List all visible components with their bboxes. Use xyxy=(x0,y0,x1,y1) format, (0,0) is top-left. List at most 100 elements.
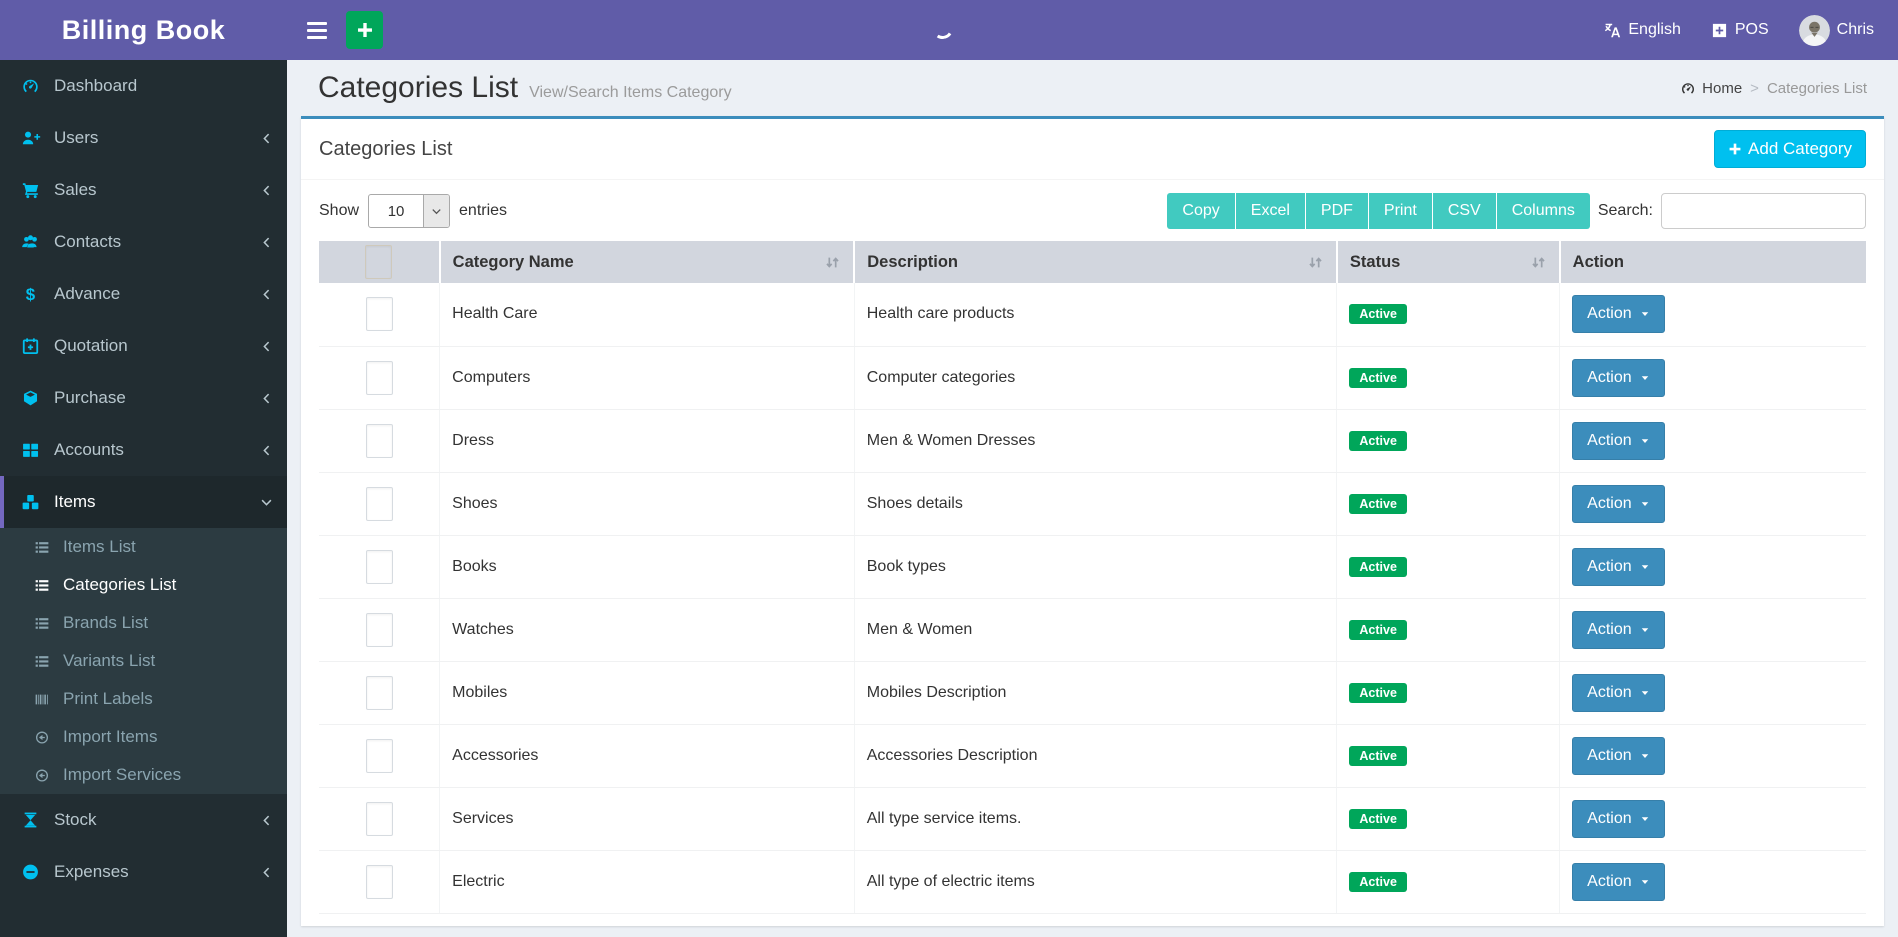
sidebar-item-quotation[interactable]: Quotation xyxy=(0,320,287,372)
table-toolbar: Show 10 entries CopyExcelPDFPrintCSVColu… xyxy=(301,180,1884,241)
row-checkbox-cell xyxy=(319,346,440,409)
sidebar-item-label: Quotation xyxy=(54,336,247,356)
action-dropdown-button[interactable]: Action xyxy=(1572,485,1664,523)
language-menu[interactable]: English xyxy=(1604,21,1680,39)
export-print-button[interactable]: Print xyxy=(1369,193,1433,229)
action-dropdown-button[interactable]: Action xyxy=(1572,359,1664,397)
export-copy-button[interactable]: Copy xyxy=(1167,193,1235,229)
sidebar-item-dashboard[interactable]: Dashboard xyxy=(0,60,287,112)
status-cell: Active xyxy=(1337,661,1560,724)
sidebar-subitem-brands-list[interactable]: Brands List xyxy=(0,604,287,642)
select-all-checkbox[interactable] xyxy=(365,245,392,279)
action-dropdown-button[interactable]: Action xyxy=(1572,611,1664,649)
user-menu[interactable]: Chris xyxy=(1799,15,1874,46)
action-dropdown-button[interactable]: Action xyxy=(1572,422,1664,460)
sidebar-toggle-button[interactable] xyxy=(303,16,331,45)
description-cell: Mobiles Description xyxy=(854,661,1337,724)
sidebar-item-advance[interactable]: $Advance xyxy=(0,268,287,320)
add-category-button[interactable]: Add Category xyxy=(1714,130,1866,168)
category-name-cell: Books xyxy=(440,535,855,598)
status-badge: Active xyxy=(1349,872,1407,892)
page-size-select[interactable]: 10 xyxy=(368,194,450,228)
sidebar-subitem-variants-list[interactable]: Variants List xyxy=(0,642,287,680)
column-header-label: Category Name xyxy=(453,253,574,272)
action-cell: Action xyxy=(1560,472,1866,535)
category-name-cell: Computers xyxy=(440,346,855,409)
row-checkbox-cell xyxy=(319,535,440,598)
row-checkbox-cell xyxy=(319,283,440,346)
row-checkbox[interactable] xyxy=(366,802,393,836)
action-dropdown-button[interactable]: Action xyxy=(1572,800,1664,838)
action-dropdown-button[interactable]: Action xyxy=(1572,295,1664,333)
table-row: ElectricAll type of electric itemsActive… xyxy=(319,850,1866,913)
table-row: DressMen & Women DressesActiveAction xyxy=(319,409,1866,472)
sidebar-subitem-print-labels[interactable]: Print Labels xyxy=(0,680,287,718)
breadcrumb-separator: > xyxy=(1750,80,1759,97)
action-dropdown-button[interactable]: Action xyxy=(1572,674,1664,712)
sidebar-item-users[interactable]: Users xyxy=(0,112,287,164)
brand-logo[interactable]: Billing Book xyxy=(0,0,287,60)
row-checkbox[interactable] xyxy=(366,550,393,584)
export-csv-button[interactable]: CSV xyxy=(1433,193,1497,229)
action-dropdown-button[interactable]: Action xyxy=(1572,737,1664,775)
row-checkbox[interactable] xyxy=(366,487,393,521)
sidebar-subitem-categories-list[interactable]: Categories List xyxy=(0,566,287,604)
sidebar-item-purchase[interactable]: Purchase xyxy=(0,372,287,424)
row-checkbox[interactable] xyxy=(366,424,393,458)
sidebar-subitem-import-items[interactable]: Import Items xyxy=(0,718,287,756)
column-header-status[interactable]: Status xyxy=(1337,241,1560,283)
row-checkbox[interactable] xyxy=(366,361,393,395)
sidebar-item-contacts[interactable]: Contacts xyxy=(0,216,287,268)
row-checkbox[interactable] xyxy=(366,613,393,647)
sidebar-subitem-label: Categories List xyxy=(63,575,176,595)
sidebar-item-items[interactable]: Items xyxy=(0,476,287,528)
sidebar-item-label: Accounts xyxy=(54,440,247,460)
action-dropdown-button[interactable]: Action xyxy=(1572,863,1664,901)
pos-button[interactable]: POS xyxy=(1711,21,1769,39)
pos-label: POS xyxy=(1735,21,1769,39)
column-header-select[interactable] xyxy=(319,241,440,283)
search-input[interactable] xyxy=(1661,193,1866,229)
action-button-label: Action xyxy=(1587,684,1631,702)
sidebar-item-sales[interactable]: Sales xyxy=(0,164,287,216)
sidebar-subitem-import-services[interactable]: Import Services xyxy=(0,756,287,794)
row-checkbox[interactable] xyxy=(366,297,393,331)
chevron-left-icon xyxy=(260,814,273,827)
sidebar-subitem-items-list[interactable]: Items List xyxy=(0,528,287,566)
chevron-left-icon xyxy=(260,236,273,249)
description-cell: Book types xyxy=(854,535,1337,598)
sidebar-subitem-label: Variants List xyxy=(63,651,155,671)
dollar-icon: $ xyxy=(20,285,41,303)
export-excel-button[interactable]: Excel xyxy=(1236,193,1306,229)
category-name-cell: Shoes xyxy=(440,472,855,535)
cart-icon xyxy=(20,181,41,199)
sidebar-item-stock[interactable]: Stock xyxy=(0,794,287,846)
export-pdf-button[interactable]: PDF xyxy=(1306,193,1369,229)
status-cell: Active xyxy=(1337,850,1560,913)
status-badge: Active xyxy=(1349,683,1407,703)
category-name-cell: Watches xyxy=(440,598,855,661)
sidebar-item-expenses[interactable]: Expenses xyxy=(0,846,287,898)
column-header-label: Status xyxy=(1350,253,1400,272)
row-checkbox[interactable] xyxy=(366,676,393,710)
export-columns-button[interactable]: Columns xyxy=(1497,193,1590,229)
quick-add-button[interactable] xyxy=(346,11,383,49)
gauge-icon xyxy=(20,77,41,95)
column-header-action: Action xyxy=(1560,241,1866,283)
loading-spinner xyxy=(930,16,955,41)
action-button-label: Action xyxy=(1587,305,1631,323)
action-cell: Action xyxy=(1560,283,1866,346)
row-checkbox[interactable] xyxy=(366,739,393,773)
plus-icon xyxy=(1728,142,1742,156)
column-header-description[interactable]: Description xyxy=(854,241,1337,283)
breadcrumb-home[interactable]: Home xyxy=(1680,80,1742,97)
page-header: Categories List View/Search Items Catego… xyxy=(301,60,1884,116)
description-cell: Shoes details xyxy=(854,472,1337,535)
status-cell: Active xyxy=(1337,283,1560,346)
sidebar-item-accounts[interactable]: Accounts xyxy=(0,424,287,476)
row-checkbox[interactable] xyxy=(366,865,393,899)
action-dropdown-button[interactable]: Action xyxy=(1572,548,1664,586)
user-plus-icon xyxy=(20,129,41,147)
action-button-label: Action xyxy=(1587,369,1631,387)
column-header-category-name[interactable]: Category Name xyxy=(440,241,855,283)
